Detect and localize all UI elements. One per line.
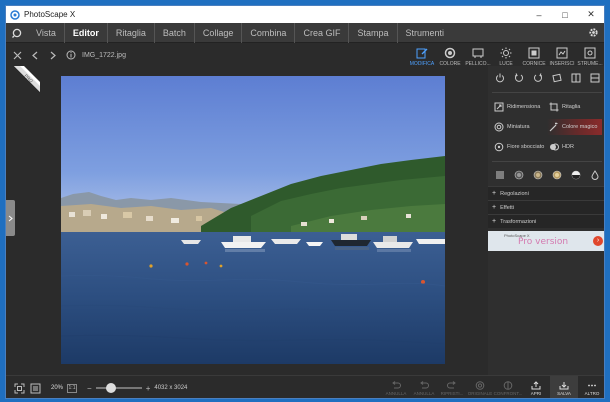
menu-strumenti[interactable]: Strumenti <box>398 23 453 43</box>
redo-icon <box>447 380 456 388</box>
insert-icon <box>556 47 568 59</box>
more-icon <box>588 384 596 386</box>
edit-icon <box>416 48 428 59</box>
zoom-slider[interactable]: − + <box>87 383 151 393</box>
menu-ritaglia[interactable]: Ritaglia <box>108 22 155 43</box>
zoom-track[interactable] <box>95 383 142 393</box>
menu-vista[interactable]: Vista <box>28 22 65 43</box>
more-button[interactable]: ALTRO <box>578 381 604 396</box>
close-file-icon[interactable] <box>10 51 24 60</box>
image-dimensions: 4032 x 3024 <box>154 385 188 391</box>
section-trasformazioni[interactable]: + Trasformazioni <box>488 214 604 228</box>
menu-bar: Vista Editor Ritaglia Batch Collage Comb… <box>6 22 604 43</box>
open-button[interactable]: APRI <box>522 380 550 396</box>
filter-dark-icon[interactable] <box>514 170 524 180</box>
zoom-level: 20% <box>51 385 64 391</box>
pro-version-banner[interactable]: PhotoScape X Pro version › <box>488 231 604 251</box>
miniature-icon <box>494 122 504 132</box>
frame-icon <box>528 47 540 59</box>
app-window: PhotoScape X – □ ✕ Vista Editor Ritaglia… <box>5 5 605 399</box>
undo-button[interactable]: ANNULLA <box>382 380 410 396</box>
filter-warm-icon[interactable] <box>552 170 562 180</box>
info-icon[interactable] <box>64 50 78 60</box>
list-icon[interactable] <box>495 170 505 180</box>
menu-stampa[interactable]: Stampa <box>349 22 398 43</box>
photo-image <box>61 76 445 364</box>
light-icon <box>500 47 512 59</box>
menu-batch[interactable]: Batch <box>155 22 195 43</box>
original-icon <box>475 380 485 390</box>
power-icon[interactable] <box>495 73 505 83</box>
window-title: PhotoScape X <box>24 10 76 19</box>
redo-button[interactable]: RIPRISTI... <box>438 380 466 396</box>
menu-collage[interactable]: Collage <box>195 22 243 43</box>
file-toolbar: IMG_1722.jpg <box>6 44 416 66</box>
straighten-icon[interactable] <box>551 73 562 83</box>
next-icon[interactable] <box>46 51 60 60</box>
arrow-right-icon: › <box>593 236 603 246</box>
feature-grid: Ridimensiona Ritaglia Miniatura Colore m… <box>488 95 604 159</box>
color-icon <box>444 47 456 59</box>
close-button[interactable]: ✕ <box>578 6 604 23</box>
expand-icon: + <box>492 204 497 211</box>
bottom-toolbar: 20% 1:1 − + 4032 x 3024 ANNULLA ANNULLA … <box>6 375 604 398</box>
compare-icon <box>503 380 513 390</box>
minimize-button[interactable]: – <box>526 6 552 23</box>
feature-ridimensiona[interactable]: Ridimensiona <box>492 99 547 115</box>
zoom-thumb[interactable] <box>106 383 117 393</box>
undo-all-button[interactable]: ANNULLA <box>410 380 438 396</box>
menu-combina[interactable]: Combina <box>242 22 296 43</box>
save-icon <box>559 381 569 389</box>
filter-contrast-icon[interactable] <box>571 170 581 180</box>
open-icon <box>531 380 541 389</box>
bloom-icon <box>494 142 504 152</box>
zoom-in-icon[interactable]: + <box>146 384 151 393</box>
actual-size-icon[interactable] <box>30 383 41 394</box>
flip-vertical-icon[interactable] <box>590 73 600 83</box>
tools-panel: Ridimensiona Ritaglia Miniatura Colore m… <box>488 66 604 375</box>
zoom-out-icon[interactable]: − <box>87 384 92 393</box>
save-button[interactable]: SALVA <box>550 375 578 398</box>
resize-icon <box>494 102 504 112</box>
magic-color-icon <box>549 122 558 132</box>
feature-colore-magico[interactable]: Colore magico <box>547 119 602 135</box>
editor-canvas[interactable]: PRO <box>6 66 486 375</box>
drop-icon[interactable] <box>590 170 600 180</box>
zoom-1to1-button[interactable]: 1:1 <box>67 383 78 393</box>
previous-icon[interactable] <box>28 51 42 60</box>
hdr-icon <box>550 143 559 151</box>
feature-fiore-sbocciato[interactable]: Fiore sbocciato <box>492 139 547 155</box>
tools-icon <box>584 47 596 59</box>
crop-icon <box>549 102 559 112</box>
app-menu-icon[interactable] <box>6 28 28 38</box>
expand-icon: + <box>492 218 497 225</box>
maximize-button[interactable]: □ <box>552 6 578 23</box>
compare-button[interactable]: CONFRONT... <box>494 380 522 396</box>
rotate-left-icon[interactable] <box>514 73 524 83</box>
menu-editor[interactable]: Editor <box>65 22 108 43</box>
feature-miniatura[interactable]: Miniatura <box>492 119 547 135</box>
film-icon <box>472 48 484 58</box>
file-name: IMG_1722.jpg <box>82 51 126 59</box>
undo-icon <box>392 380 401 388</box>
flip-horizontal-icon[interactable] <box>571 73 581 83</box>
undo-all-icon <box>420 380 429 388</box>
title-bar: PhotoScape X – □ ✕ <box>6 6 604 23</box>
rotate-right-icon[interactable] <box>533 73 543 83</box>
settings-gear-icon[interactable] <box>582 27 604 38</box>
transform-icon-row <box>488 66 604 90</box>
menu-crea-gif[interactable]: Crea GIF <box>295 22 350 43</box>
fit-screen-icon[interactable] <box>14 383 25 394</box>
pro-ribbon-badge[interactable]: PRO <box>14 66 40 92</box>
filter-sepia-icon[interactable] <box>533 170 543 180</box>
expand-icon: + <box>492 190 497 197</box>
quick-filters <box>488 164 604 186</box>
section-effetti[interactable]: + Effetti <box>488 200 604 214</box>
app-logo-icon <box>10 9 20 20</box>
original-button[interactable]: ORIGINALE <box>466 380 494 396</box>
feature-ritaglia[interactable]: Ritaglia <box>547 99 602 115</box>
section-regolazioni[interactable]: + Regolazioni <box>488 186 604 200</box>
side-panel-toggle[interactable] <box>6 200 15 236</box>
feature-hdr[interactable]: HDR <box>547 139 602 155</box>
